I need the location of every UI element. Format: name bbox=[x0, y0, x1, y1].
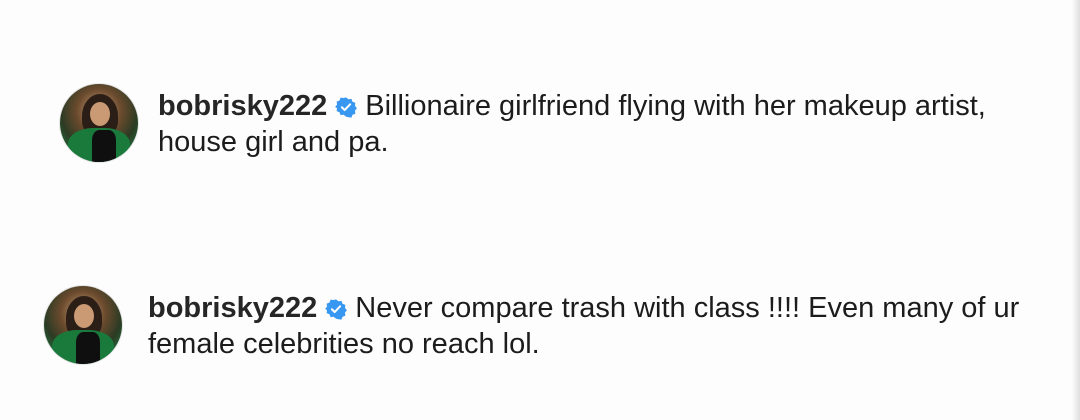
comment-body: bobrisky222 Never compare trash with cla… bbox=[148, 290, 1028, 362]
comment-item: bobrisky222 Never compare trash with cla… bbox=[44, 286, 1028, 364]
comment-item: bobrisky222 Billionaire girlfriend flyin… bbox=[60, 84, 1038, 162]
comment-screenshot: bobrisky222 Billionaire girlfriend flyin… bbox=[0, 0, 1080, 420]
comment-body: bobrisky222 Billionaire girlfriend flyin… bbox=[158, 88, 1038, 160]
avatar[interactable] bbox=[44, 286, 122, 364]
avatar[interactable] bbox=[60, 84, 138, 162]
comment-username[interactable]: bobrisky222 bbox=[148, 292, 317, 324]
comment-username[interactable]: bobrisky222 bbox=[158, 90, 327, 122]
verified-badge-icon bbox=[335, 97, 358, 118]
verified-badge-icon bbox=[325, 299, 348, 320]
